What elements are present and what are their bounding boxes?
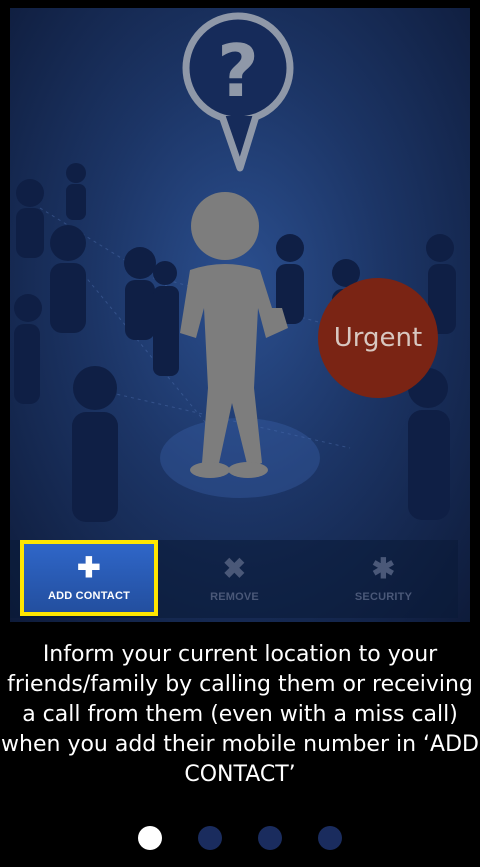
add-contact-button[interactable]: ✚ ADD CONTACT [20,540,158,616]
security-label: SECURITY [354,591,413,603]
svg-text:?: ? [217,29,259,113]
urgent-badge: Urgent [318,278,438,398]
page-dot-2[interactable] [198,826,222,850]
page-indicator [0,826,480,850]
action-toolbar: ✚ ADD CONTACT ✖ REMOVE ✱ SECURITY [10,540,458,618]
security-button[interactable]: ✱ SECURITY [309,540,458,618]
page-dot-4[interactable] [318,826,342,850]
remove-button[interactable]: ✖ REMOVE [160,540,309,618]
remove-label: REMOVE [210,591,259,603]
illustration: ? Urgent [10,8,470,622]
add-contact-label: ADD CONTACT [47,590,131,602]
page-dot-3[interactable] [258,826,282,850]
question-bubble-icon: ? [182,12,294,172]
x-icon: ✖ [222,553,247,584]
page-dot-1[interactable] [138,826,162,850]
onboarding-caption: Inform your current location to your fri… [1,642,479,787]
plus-icon: ✚ [77,552,101,583]
gear-icon: ✱ [371,553,396,584]
